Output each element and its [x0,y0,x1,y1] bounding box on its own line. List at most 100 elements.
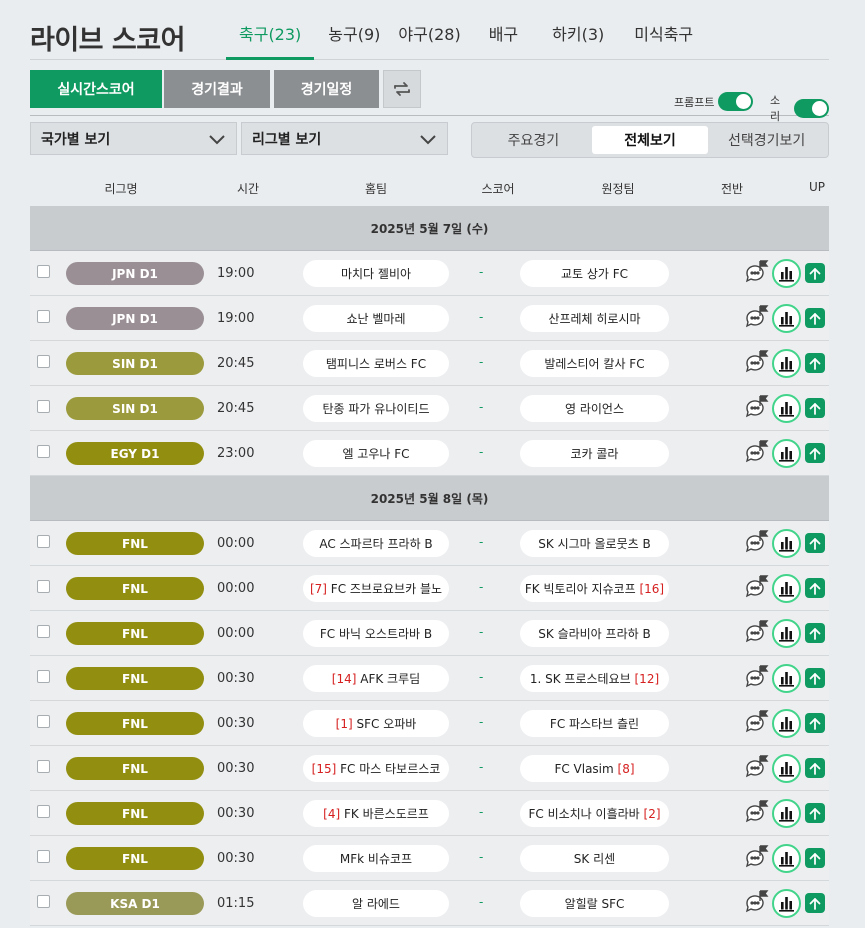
away-team[interactable]: SK 슬라비아 프라하 B [520,620,669,647]
match-checkbox[interactable] [37,625,50,638]
up-arrow-icon[interactable] [805,398,825,418]
league-badge[interactable]: KSA D1 [66,892,204,915]
home-team[interactable]: 쇼난 벨마레 [303,305,449,332]
chat-flag-icon[interactable] [744,439,770,467]
away-team[interactable]: SK 시그마 올로뭇츠 B [520,530,669,557]
league-badge[interactable]: FNL [66,757,204,780]
league-badge[interactable]: SIN D1 [66,352,204,375]
home-team[interactable]: AC 스파르타 프라하 B [303,530,449,557]
chat-flag-icon[interactable] [744,844,770,872]
away-team[interactable]: FC Vlasim [8] [520,755,669,782]
home-team[interactable]: [15] FC 마스 타보르스코 [303,755,449,782]
match-checkbox[interactable] [37,355,50,368]
stats-icon[interactable] [772,619,801,648]
away-team[interactable]: FC 파스타브 츨린 [520,710,669,737]
chat-flag-icon[interactable] [744,754,770,782]
away-team[interactable]: FK 빅토리아 지슈코프 [16] [520,575,669,602]
prompt-toggle[interactable] [718,92,754,111]
chat-flag-icon[interactable] [744,349,770,377]
league-badge[interactable]: EGY D1 [66,442,204,465]
stats-icon[interactable] [772,529,801,558]
away-team[interactable]: 산프레체 히로시마 [520,305,669,332]
match-checkbox[interactable] [37,580,50,593]
up-arrow-icon[interactable] [805,848,825,868]
schedule-button[interactable]: 경기일정 [274,70,379,108]
home-team[interactable]: 탬피니스 로버스 FC [303,350,449,377]
sound-toggle[interactable] [794,98,829,118]
match-checkbox[interactable] [37,895,50,908]
up-arrow-icon[interactable] [805,533,825,553]
tab-hockey[interactable]: 하키(3) [538,14,620,60]
tab-american-football[interactable]: 미식축구 [620,14,706,60]
match-checkbox[interactable] [37,535,50,548]
stats-icon[interactable] [772,439,801,468]
league-badge[interactable]: FNL [66,622,204,645]
away-team[interactable]: 발레스티어 칼사 FC [520,350,669,377]
stats-icon[interactable] [772,349,801,378]
home-team[interactable]: FC 바닉 오스트라바 B [303,620,449,647]
live-score-button[interactable]: 실시간스코어 [30,70,162,108]
chat-flag-icon[interactable] [744,709,770,737]
tab-soccer[interactable]: 축구(23) [226,14,315,60]
match-checkbox[interactable] [37,715,50,728]
chat-flag-icon[interactable] [744,529,770,557]
stats-icon[interactable] [772,259,801,288]
chat-flag-icon[interactable] [744,259,770,287]
league-badge[interactable]: FNL [66,577,204,600]
up-arrow-icon[interactable] [805,893,825,913]
segment-major-games[interactable]: 주요경기 [475,126,592,154]
home-team[interactable]: MFk 비슈코프 [303,845,449,872]
up-arrow-icon[interactable] [805,668,825,688]
away-team[interactable]: 1. SK 프로스테요브 [12] [520,665,669,692]
league-badge[interactable]: JPN D1 [66,262,204,285]
stats-icon[interactable] [772,754,801,783]
stats-icon[interactable] [772,394,801,423]
away-team[interactable]: 영 라이언스 [520,395,669,422]
stats-icon[interactable] [772,574,801,603]
league-badge[interactable]: JPN D1 [66,307,204,330]
stats-icon[interactable] [772,844,801,873]
away-team[interactable]: SK 리센 [520,845,669,872]
home-team[interactable]: [4] FK 바른스도르프 [303,800,449,827]
segment-all-games[interactable]: 전체보기 [591,126,709,154]
home-team[interactable]: [1] SFC 오파바 [303,710,449,737]
league-badge[interactable]: FNL [66,847,204,870]
stats-icon[interactable] [772,664,801,693]
match-checkbox[interactable] [37,400,50,413]
match-checkbox[interactable] [37,850,50,863]
up-arrow-icon[interactable] [805,443,825,463]
tab-baseball[interactable]: 야구(28) [388,14,474,60]
league-badge[interactable]: FNL [66,532,204,555]
match-checkbox[interactable] [37,445,50,458]
up-arrow-icon[interactable] [805,263,825,283]
home-team[interactable]: 알 라에드 [303,890,449,917]
stats-icon[interactable] [772,304,801,333]
home-team[interactable]: 마치다 젤비아 [303,260,449,287]
chat-flag-icon[interactable] [744,619,770,647]
chat-flag-icon[interactable] [744,574,770,602]
league-badge[interactable]: SIN D1 [66,397,204,420]
country-select[interactable]: 국가별 보기 [30,122,237,155]
away-team[interactable]: 교토 상가 FC [520,260,669,287]
match-checkbox[interactable] [37,265,50,278]
home-team[interactable]: [14] AFK 크루딤 [303,665,449,692]
up-arrow-icon[interactable] [805,353,825,373]
match-checkbox[interactable] [37,670,50,683]
up-arrow-icon[interactable] [805,623,825,643]
chat-flag-icon[interactable] [744,664,770,692]
match-checkbox[interactable] [37,310,50,323]
chat-flag-icon[interactable] [744,394,770,422]
league-select[interactable]: 리그별 보기 [241,122,448,155]
refresh-button[interactable] [383,70,421,108]
home-team[interactable]: 탄종 파가 유나이티드 [303,395,449,422]
tab-basketball[interactable]: 농구(9) [314,14,388,60]
away-team[interactable]: 알힐랄 SFC [520,890,669,917]
match-checkbox[interactable] [37,805,50,818]
league-badge[interactable]: FNL [66,667,204,690]
up-arrow-icon[interactable] [805,803,825,823]
up-arrow-icon[interactable] [805,758,825,778]
chat-flag-icon[interactable] [744,889,770,917]
up-arrow-icon[interactable] [805,308,825,328]
home-team[interactable]: [7] FC 즈브로요브카 블노 [303,575,449,602]
stats-icon[interactable] [772,889,801,918]
